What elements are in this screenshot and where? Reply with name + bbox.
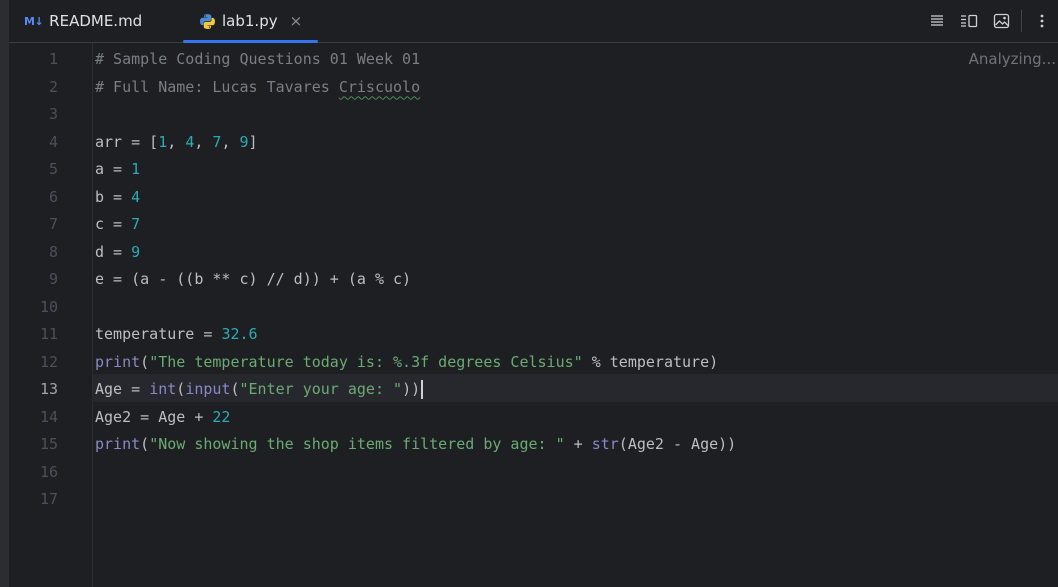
- tab-label: lab1.py: [222, 12, 278, 30]
- line-number: 10: [39, 297, 58, 316]
- line-number: 8: [48, 242, 58, 261]
- code-line[interactable]: print("Now showing the shop items filter…: [92, 431, 736, 459]
- toolbar-separator: [1021, 10, 1022, 32]
- line-number: 11: [39, 325, 58, 343]
- line-number: 7: [48, 215, 58, 233]
- code-line[interactable]: e = (a - ((b ** c) // d)) + (a % c): [92, 266, 736, 294]
- markdown-icon: M↓: [24, 14, 44, 28]
- code-line[interactable]: d = 9: [92, 239, 736, 267]
- code-line[interactable]: c = 7: [92, 211, 736, 239]
- code-line[interactable]: [92, 459, 736, 487]
- line-number: 3: [48, 105, 58, 123]
- code-line[interactable]: arr = [1, 4, 7, 9]: [92, 129, 736, 157]
- code-line[interactable]: Age2 = Age + 22: [92, 404, 736, 432]
- line-number: 9: [48, 270, 58, 288]
- code-line[interactable]: [92, 294, 736, 322]
- tab-readme[interactable]: M↓ README.md: [24, 0, 142, 42]
- code-lines[interactable]: # Sample Coding Questions 01 Week 01 # F…: [92, 46, 736, 514]
- more-options-icon[interactable]: [1030, 9, 1054, 33]
- line-number: 17: [39, 490, 58, 508]
- editor-tab-bar: M↓ README.md lab1.py ×: [9, 0, 1058, 43]
- line-number: 1: [48, 50, 58, 68]
- code-line[interactable]: b = 4: [92, 184, 736, 212]
- line-number-current: 13: [39, 380, 58, 398]
- close-icon[interactable]: ×: [290, 12, 303, 30]
- analyzing-status: Analyzing...: [968, 50, 1056, 68]
- text-cursor: [421, 380, 424, 399]
- code-line[interactable]: [92, 101, 736, 129]
- code-line[interactable]: print("The temperature today is: %.3f de…: [92, 349, 736, 377]
- line-number: 2: [48, 77, 58, 96]
- code-line[interactable]: # Sample Coding Questions 01 Week 01: [92, 46, 736, 74]
- line-number: 16: [39, 462, 58, 481]
- line-number: 6: [48, 187, 58, 206]
- preview-image-icon[interactable]: [989, 9, 1013, 33]
- code-line-current[interactable]: Age = int(input("Enter your age: ")): [92, 376, 736, 404]
- editor-toolbar: [917, 0, 1058, 42]
- tab-lab1[interactable]: lab1.py ×: [183, 0, 319, 43]
- code-line[interactable]: temperature = 32.6: [92, 321, 736, 349]
- code-line[interactable]: [92, 486, 736, 514]
- tab-label: README.md: [49, 12, 143, 30]
- python-icon: [200, 13, 215, 29]
- line-number: 5: [48, 160, 58, 178]
- line-number-gutter: 1 2 3 4 5 6 7 8 9 10 11 12 13 14 15 16 1…: [9, 43, 93, 587]
- structure-view-icon[interactable]: [957, 9, 981, 33]
- line-number: 15: [39, 435, 58, 453]
- line-number: 14: [39, 407, 58, 426]
- code-editor[interactable]: # Sample Coding Questions 01 Week 01 # F…: [92, 43, 1058, 587]
- line-number: 12: [39, 352, 58, 371]
- line-number: 4: [48, 132, 58, 151]
- reader-mode-icon[interactable]: [925, 9, 949, 33]
- code-line[interactable]: a = 1: [92, 156, 736, 184]
- line-numbers: 1 2 3 4 5 6 7 8 9 10 11 12 13 14 15 16 1…: [9, 46, 58, 514]
- code-line[interactable]: # Full Name: Lucas Tavares Criscuolo: [92, 74, 736, 102]
